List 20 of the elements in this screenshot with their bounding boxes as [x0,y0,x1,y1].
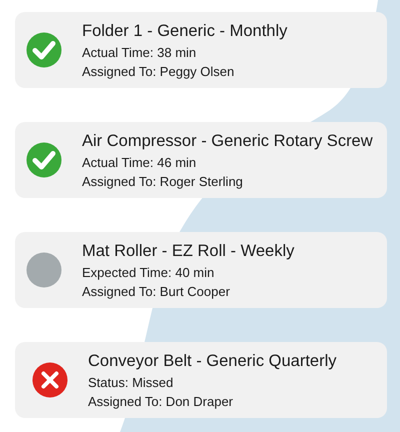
task-card[interactable]: Air Compressor - Generic Rotary Screw Actual Time: 46 min Assigned To: Roger Sterling [15,122,387,198]
task-detail: Actual Time: 46 min [82,155,198,171]
task-title: Air Compressor - Generic Rotary Screw [82,131,373,152]
task-title: Folder 1 - Generic - Monthly [82,21,288,42]
task-detail: Expected Time: 40 min [82,265,216,281]
task-assignee: Assigned To: Burt Cooper [82,284,231,300]
task-card[interactable]: Mat Roller - EZ Roll - Weekly Expected Time: 40 min Assigned To: Burt Cooper [15,232,387,308]
check-icon [26,142,62,178]
task-card[interactable]: Folder 1 - Generic - Monthly Actual Time: 38 min Assigned To: Peggy Olsen [15,12,387,88]
check-icon [26,32,62,68]
status-dot-icon [26,252,62,288]
task-title: Conveyor Belt - Generic Quarterly [88,351,337,372]
task-detail: Status: Missed [88,375,174,391]
task-assignee: Assigned To: Don Draper [88,394,234,410]
cross-icon [32,362,68,398]
task-card[interactable]: Conveyor Belt - Generic Quarterly Status: Missed Assigned To: Don Draper [15,342,387,418]
task-detail: Actual Time: 38 min [82,45,198,61]
task-title: Mat Roller - EZ Roll - Weekly [82,241,294,262]
task-assignee: Assigned To: Roger Sterling [82,174,244,190]
task-assignee: Assigned To: Peggy Olsen [82,64,236,80]
